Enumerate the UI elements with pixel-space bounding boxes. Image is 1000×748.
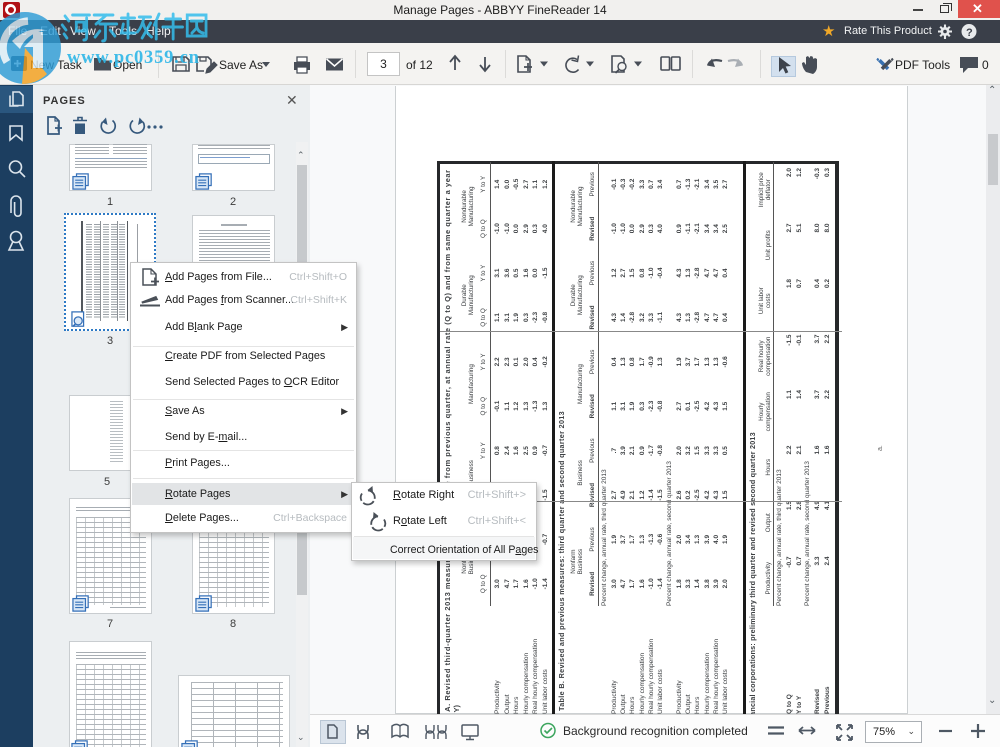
svg-text:?: ? <box>966 27 973 39</box>
